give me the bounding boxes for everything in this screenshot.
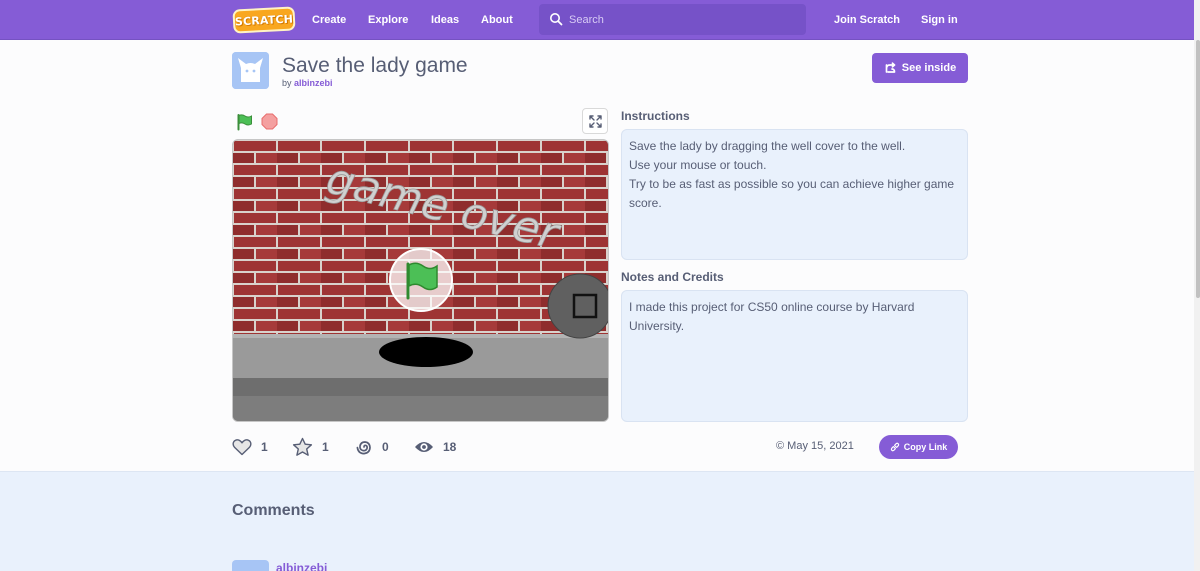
comments-title: Comments	[232, 502, 315, 519]
author-avatar[interactable]	[232, 52, 269, 89]
well-hole	[379, 337, 473, 367]
see-inside-button[interactable]: See inside	[872, 53, 968, 83]
copy-link-button[interactable]: Copy Link	[879, 435, 958, 459]
notes-text: I made this project for CS50 online cour…	[621, 290, 968, 422]
page-scrollbar[interactable]	[1194, 0, 1200, 571]
search-input[interactable]	[569, 4, 799, 35]
stop-icon[interactable]	[261, 113, 278, 130]
remix-stat: 0	[355, 436, 389, 458]
project-stage[interactable]: game over	[232, 139, 609, 422]
scratch-logo[interactable]: SCRATCH	[232, 6, 296, 34]
search-bar[interactable]	[539, 4, 806, 35]
fullscreen-icon	[588, 114, 602, 128]
comments-section	[0, 471, 1200, 571]
project-byline: by albinzebi	[282, 78, 333, 88]
instructions-text: Save the lady by dragging the well cover…	[621, 129, 968, 260]
copy-link-label: Copy Link	[903, 442, 948, 452]
nav-ideas[interactable]: Ideas	[431, 0, 459, 40]
view-count: 18	[443, 440, 457, 454]
see-inside-label: See inside	[901, 62, 957, 74]
view-stat: 18	[414, 436, 456, 458]
fullscreen-button[interactable]	[582, 108, 608, 134]
comment-avatar[interactable]	[232, 560, 269, 571]
byline-prefix: by	[282, 78, 292, 88]
stage-canvas: game over	[233, 140, 608, 421]
sign-in-link[interactable]: Sign in	[921, 0, 958, 40]
remix-swirl-icon	[356, 441, 371, 455]
notes-label: Notes and Credits	[621, 270, 724, 284]
star-icon	[292, 437, 313, 456]
favorite-count: 1	[322, 440, 329, 454]
green-flag-icon[interactable]	[236, 113, 254, 131]
comment-username[interactable]: albinzebi	[276, 561, 327, 571]
nav-explore[interactable]: Explore	[368, 0, 408, 40]
remix-count: 0	[382, 440, 389, 454]
nav-create[interactable]: Create	[312, 0, 346, 40]
join-scratch-link[interactable]: Join Scratch	[834, 0, 900, 40]
logo-text: SCRATCH	[234, 11, 294, 29]
instructions-label: Instructions	[621, 109, 690, 123]
navbar: SCRATCH Create Explore Ideas About Join …	[0, 0, 1200, 40]
share-date: © May 15, 2021	[776, 440, 854, 452]
author-link[interactable]: albinzebi	[294, 78, 333, 88]
scrollbar-thumb[interactable]	[1196, 40, 1200, 298]
project-title: Save the lady game	[282, 54, 468, 77]
link-icon	[890, 442, 899, 452]
love-stat[interactable]: 1	[232, 436, 268, 458]
cat-avatar-icon	[232, 52, 269, 89]
favorite-stat[interactable]: 1	[292, 436, 329, 458]
nav-about[interactable]: About	[481, 0, 513, 40]
heart-icon	[232, 439, 252, 456]
love-count: 1	[261, 440, 268, 454]
eye-icon	[415, 442, 433, 452]
remix-icon	[885, 61, 896, 73]
search-icon	[550, 13, 563, 26]
stage-green-flag-overlay[interactable]	[389, 248, 453, 312]
